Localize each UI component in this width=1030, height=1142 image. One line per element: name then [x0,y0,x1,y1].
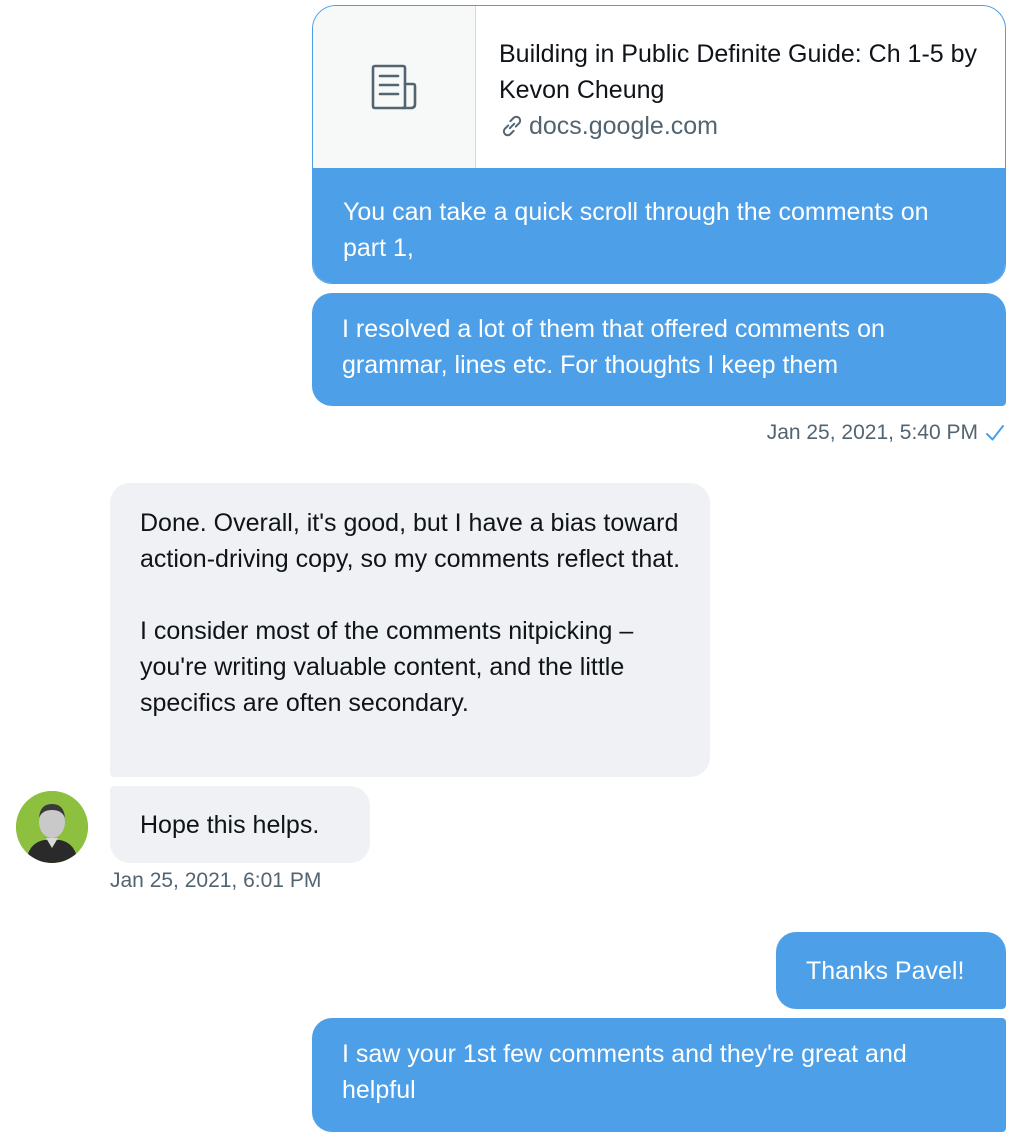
link-thumbnail [313,6,476,168]
outgoing-message[interactable]: Thanks Pavel! [776,932,1006,1009]
link-title[interactable]: Building in Public Definite Guide: Ch 1-… [499,36,985,108]
message-paragraph: Done. Overall, it's good, but I have a b… [140,509,681,573]
check-icon [986,425,1004,441]
message-timestamp: Jan 25, 2021, 6:01 PM [110,867,321,895]
link-preview-card[interactable]: Building in Public Definite Guide: Ch 1-… [312,5,1006,284]
message-text: I saw your 1st few comments and they're … [342,1040,907,1104]
message-paragraph: I consider most of the comments nitpicki… [140,617,634,717]
timestamp-text: Jan 25, 2021, 6:01 PM [110,869,322,892]
message-text: Hope this helps. [140,811,320,839]
link-icon [502,115,522,137]
link-card-message: You can take a quick scroll through the … [313,168,1005,283]
incoming-message[interactable]: Hope this helps. [110,786,370,863]
message-text: Thanks Pavel! [806,957,965,985]
link-preview-header[interactable]: Building in Public Definite Guide: Ch 1-… [313,6,1005,169]
avatar[interactable] [16,791,88,863]
document-icon [371,64,417,110]
link-domain-row: docs.google.com [499,108,985,144]
message-text: I resolved a lot of them that offered co… [342,315,885,379]
incoming-message[interactable]: Done. Overall, it's good, but I have a b… [110,483,710,777]
link-info: Building in Public Definite Guide: Ch 1-… [499,36,985,144]
outgoing-message[interactable]: I saw your 1st few comments and they're … [312,1018,1006,1132]
user-photo [16,791,88,863]
link-domain: docs.google.com [529,112,719,140]
timestamp-text: Jan 25, 2021, 5:40 PM [766,421,978,444]
message-timestamp: Jan 25, 2021, 5:40 PM [767,419,1006,447]
outgoing-message[interactable]: I resolved a lot of them that offered co… [312,293,1006,406]
